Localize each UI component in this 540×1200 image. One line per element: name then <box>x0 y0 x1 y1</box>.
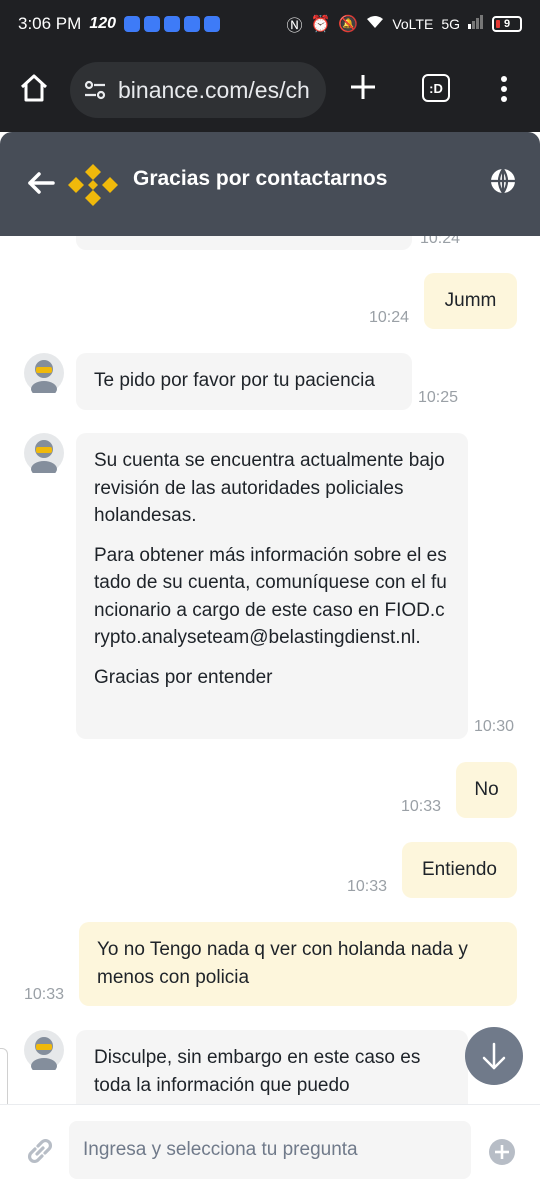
arrow-down-icon <box>482 1042 506 1070</box>
battery-level: 9 <box>503 18 511 30</box>
tab-switcher-label: :D <box>429 80 443 96</box>
settings-notification-icon <box>204 16 221 32</box>
agent-message: Su cuenta se encuentra actualmente bajo … <box>76 433 468 739</box>
chat-input-bar: Ingresa y selecciona tu pregunta <box>0 1104 540 1200</box>
language-globe-icon[interactable] <box>488 166 518 196</box>
tab-switcher-button[interactable]: :D <box>422 74 450 102</box>
message-timestamp: 10:33 <box>24 986 65 1003</box>
more-options-icon[interactable] <box>494 74 514 104</box>
message-timestamp: 10:33 <box>401 798 442 815</box>
user-message: Yo no Tengo nada q ver con holanda nada … <box>79 922 517 1006</box>
wifi-icon <box>366 15 384 34</box>
app-notification-icon <box>124 16 141 32</box>
agent-message: Disculpe, sin embargo en este caso es to… <box>76 1030 468 1104</box>
partial-agent-message <box>76 236 412 250</box>
message-list[interactable]: 10:24 Jumm 10:24 Te pido por favor por t… <box>0 236 540 1104</box>
add-plus-icon[interactable] <box>489 1139 515 1165</box>
user-message: Entiendo <box>402 842 517 898</box>
message-timestamp: 10:24 <box>420 236 461 247</box>
nfc-icon: Ⓝ <box>286 18 303 35</box>
back-arrow-icon[interactable] <box>26 168 56 198</box>
user-message: Jumm <box>424 273 517 329</box>
url-text[interactable]: binance.com/es/ch <box>118 77 310 104</box>
attachment-link-icon[interactable] <box>24 1135 56 1167</box>
agent-message: Te pido por favor por tu paciencia <box>76 353 412 410</box>
chat-header: Gracias por contactarnos <box>0 132 540 236</box>
signal-type: 5G <box>441 16 460 32</box>
battery-icon: 9 <box>492 16 522 32</box>
binance-logo-icon <box>68 162 118 208</box>
message-timestamp: 10:24 <box>369 309 410 326</box>
refresh-rate-indicator: 120 <box>89 15 117 32</box>
home-icon[interactable] <box>18 72 50 104</box>
network-type: VoLTE <box>392 16 434 32</box>
notification-icons <box>124 16 221 32</box>
new-tab-icon[interactable] <box>348 72 378 102</box>
agent-avatar <box>24 433 64 477</box>
user-message: No <box>456 762 517 818</box>
address-bar[interactable]: binance.com/es/ch <box>70 62 326 118</box>
message-timestamp: 10:25 <box>418 389 459 406</box>
agent-avatar <box>24 1030 64 1074</box>
agent-avatar <box>24 353 64 397</box>
agent-message-paragraph: Para obtener más información sobre el es… <box>94 544 447 649</box>
status-bar: 3:06 PM 120 Ⓝ ⏰ 🔕 VoLTE 5G 9 <box>0 0 540 48</box>
alarm-icon: ⏰ <box>310 16 331 33</box>
agent-message-paragraph: Su cuenta se encuentra actualmente bajo … <box>94 450 445 526</box>
site-settings-icon[interactable] <box>82 77 108 103</box>
chat-title: Gracias por contactarnos <box>133 167 388 190</box>
message-timestamp: 10:30 <box>474 718 515 735</box>
signal-strength-icon <box>468 14 484 34</box>
mail-notification-icon <box>164 16 181 32</box>
youtube-notification-icon <box>144 16 161 32</box>
status-time: 3:06 PM <box>18 14 82 33</box>
question-input[interactable]: Ingresa y selecciona tu pregunta <box>69 1121 471 1179</box>
home-notification-icon <box>184 16 201 32</box>
scroll-to-bottom-button[interactable] <box>465 1027 523 1085</box>
mute-icon: 🔕 <box>338 16 359 33</box>
message-timestamp: 10:33 <box>347 878 388 895</box>
agent-message-paragraph: Gracias por entender <box>94 666 273 688</box>
browser-toolbar: binance.com/es/ch :D <box>0 48 540 132</box>
